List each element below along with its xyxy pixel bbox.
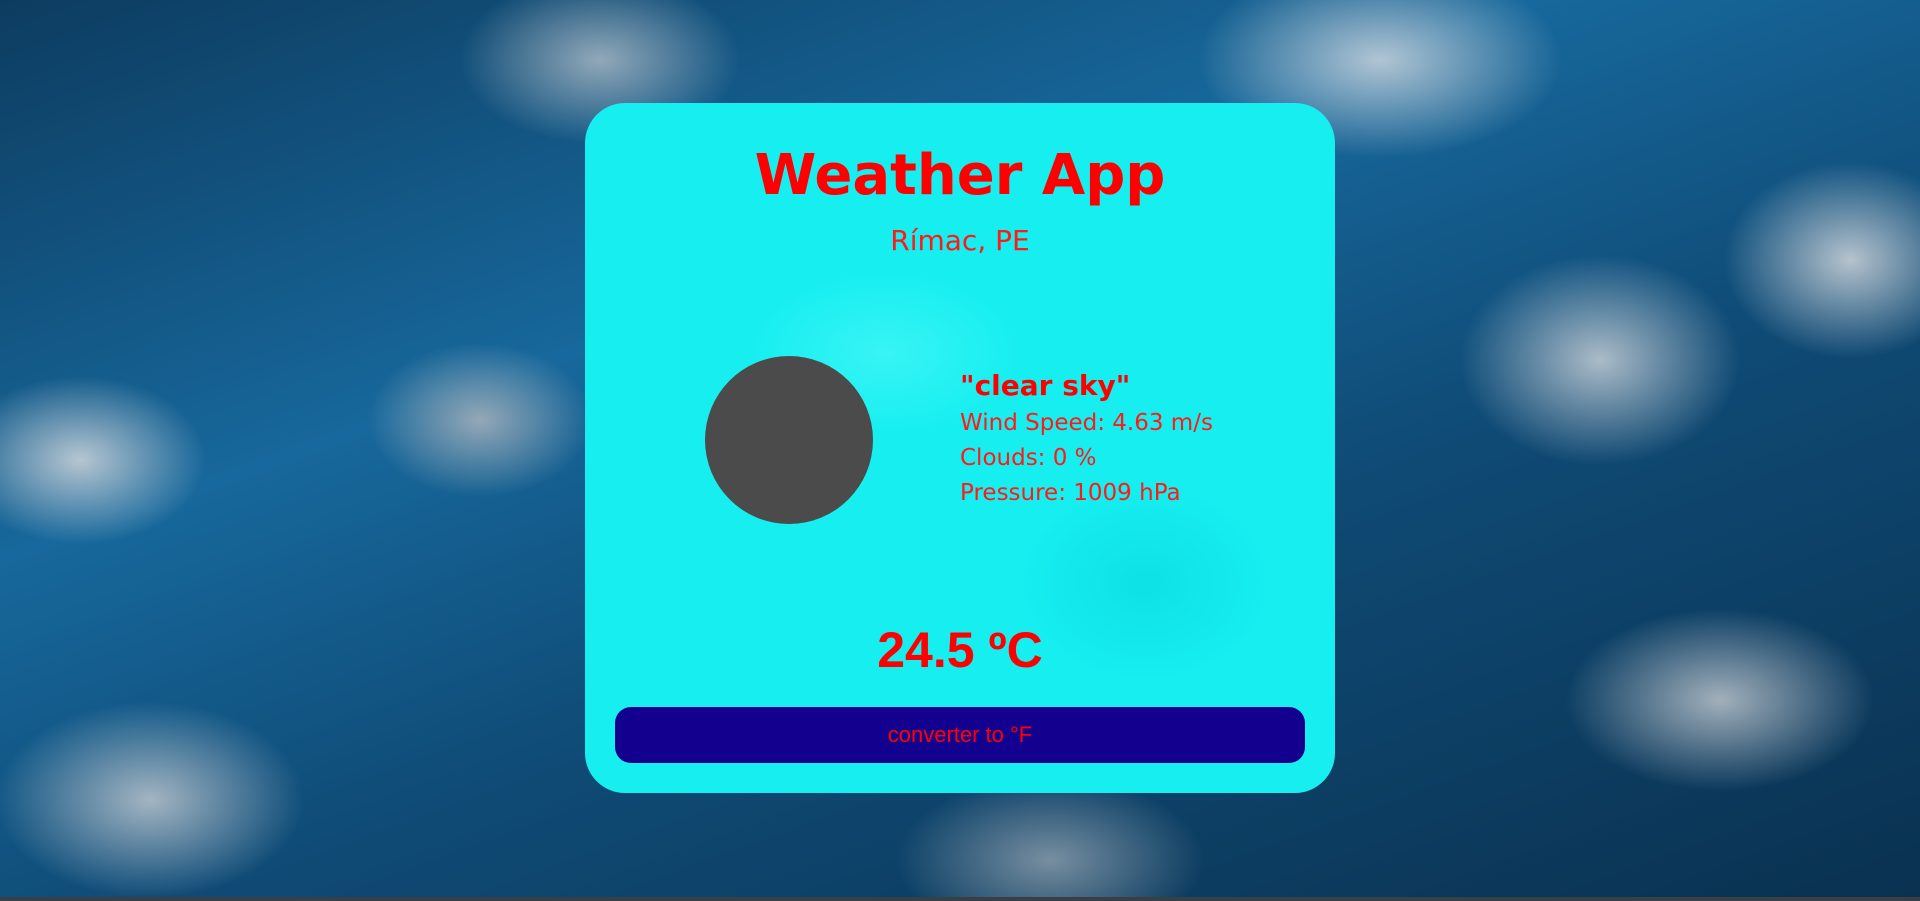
weather-description: "clear sky" xyxy=(960,369,1131,402)
weather-condition-icon xyxy=(705,356,873,524)
weather-card: Weather App Rímac, PE "clear sky" Wind S… xyxy=(585,103,1335,793)
wind-speed-text: Wind Speed: 4.63 m/s xyxy=(960,410,1213,436)
clouds-text: Clouds: 0 % xyxy=(960,445,1097,471)
bottom-divider xyxy=(0,897,1920,901)
pressure-text: Pressure: 1009 hPa xyxy=(960,480,1181,506)
convert-unit-button[interactable]: converter to °F xyxy=(615,707,1305,763)
temperature-value: 24.5 ºC xyxy=(877,622,1043,678)
location-label: Rímac, PE xyxy=(890,224,1030,257)
weather-details: "clear sky" Wind Speed: 4.63 m/s Clouds:… xyxy=(960,366,1300,511)
app-title: Weather App xyxy=(754,143,1166,208)
